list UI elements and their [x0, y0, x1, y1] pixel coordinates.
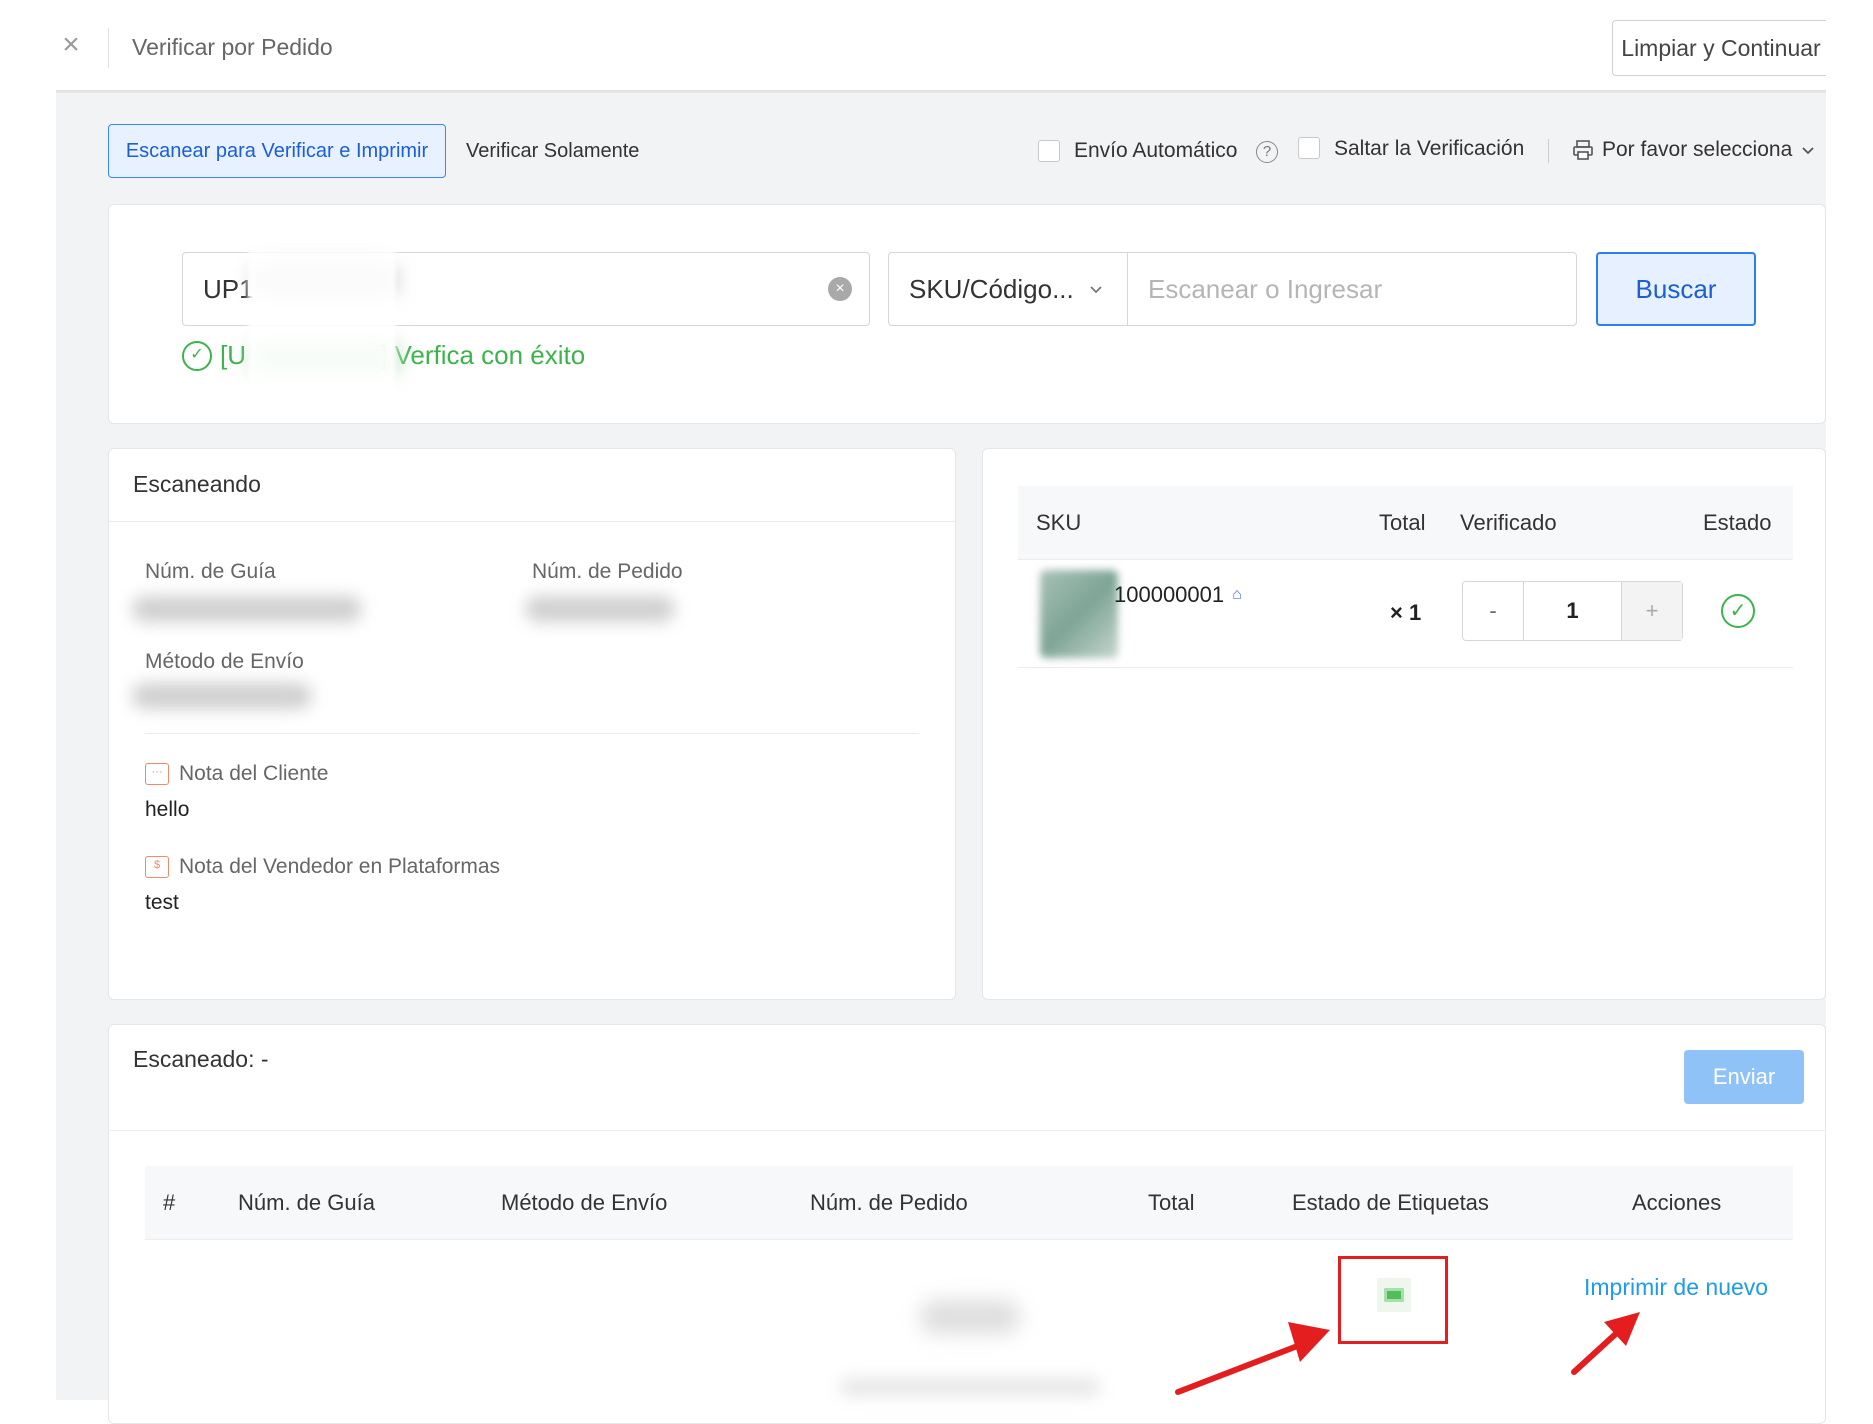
index-column-header: # [163, 1190, 176, 1215]
topbar-shadow [56, 90, 1826, 96]
auto-ship-checkbox[interactable] [1038, 140, 1060, 162]
sku-total: × 1 [1390, 600, 1422, 625]
sku-scan-placeholder: Escanear o Ingresar [1148, 273, 1383, 304]
search-button[interactable]: Buscar [1596, 252, 1756, 326]
clear-input-icon[interactable]: × [828, 277, 852, 301]
reprint-link[interactable]: Imprimir de nuevo [1584, 1274, 1768, 1301]
printer-select-label: Por favor selecciona [1602, 138, 1793, 161]
verified-column-header: Verificado [1460, 510, 1557, 535]
tab-scan-verify-print[interactable]: Escanear para Verificar e Imprimir [108, 124, 446, 178]
scanning-panel [108, 448, 956, 1000]
success-suffix: ] Verfica con éxito [380, 340, 586, 370]
check-circle-icon: ✓ [182, 340, 212, 371]
redaction-overlay [248, 250, 396, 400]
sku-table-header: SKU Total Verificado Estado [1018, 486, 1793, 560]
page-title: Verificar por Pedido [132, 34, 333, 60]
shipping-method-label: Método de Envío [145, 650, 304, 673]
chevron-down-icon [1802, 147, 1814, 155]
tracking-column-header: Núm. de Guía [238, 1190, 375, 1215]
topbar-divider [108, 28, 109, 68]
sku-value: 100000001 [1114, 582, 1225, 607]
skip-verify-checkbox[interactable] [1298, 137, 1320, 159]
customer-note-value: hello [145, 798, 190, 821]
sku-column-header: SKU [1036, 510, 1082, 535]
customer-note-label: Nota del Cliente [179, 762, 329, 785]
order-number-label: Núm. de Pedido [532, 560, 683, 583]
status-column-header: Estado [1703, 510, 1772, 535]
sku-type-value: SKU/Código... [909, 273, 1074, 304]
redacted-blur [920, 1300, 1020, 1334]
scanned-title: Escaneado: - [133, 1046, 269, 1072]
verified-quantity-value[interactable]: 1 [1523, 582, 1622, 640]
close-icon[interactable]: × [56, 30, 86, 60]
scanned-table-header: # Núm. de Guía Método de Envío Núm. de P… [145, 1166, 1793, 1240]
scanning-title: Escaneando [108, 448, 956, 522]
decrement-button[interactable]: - [1463, 582, 1523, 640]
status-check-icon: ✓ [1721, 594, 1755, 628]
sku-scan-input[interactable]: Escanear o Ingresar [1127, 252, 1577, 326]
success-prefix: [U [220, 340, 246, 370]
order-column-header: Núm. de Pedido [810, 1190, 968, 1215]
product-thumbnail [1040, 570, 1118, 658]
row-divider [1548, 139, 1549, 163]
redacted-blur [132, 596, 362, 622]
verified-quantity-stepper[interactable]: - 1 + [1462, 581, 1683, 641]
warehouse-icon: ⌂ [1232, 586, 1242, 603]
sku-type-select[interactable]: SKU/Código... [888, 252, 1128, 326]
divider [145, 733, 919, 734]
actions-column-header: Acciones [1632, 1190, 1722, 1215]
increment-button[interactable]: + [1622, 582, 1682, 640]
total-column-header: Total [1148, 1190, 1195, 1215]
redacted-blur [840, 1378, 1100, 1396]
shipping-column-header: Método de Envío [501, 1190, 668, 1215]
tracking-number-label: Núm. de Guía [145, 560, 276, 583]
chevron-down-icon [1090, 286, 1102, 294]
redacted-blur [525, 596, 675, 622]
printer-icon [1573, 140, 1593, 160]
send-button[interactable]: Enviar [1684, 1050, 1804, 1104]
annotation-highlight-box [1338, 1256, 1448, 1344]
tab-verify-only[interactable]: Verificar Solamente [466, 124, 639, 178]
seller-note-value: test [145, 891, 179, 914]
label-status-column-header: Estado de Etiquetas [1292, 1190, 1489, 1215]
sku-code: 100000001 ⌂ [1114, 582, 1250, 608]
screen-edge [1826, 0, 1873, 1400]
clear-and-continue-button[interactable]: Limpiar y Continuar [1612, 20, 1830, 76]
redacted-blur [132, 683, 312, 709]
skip-verify-label: Saltar la Verificación [1334, 137, 1525, 160]
help-icon[interactable]: ? [1256, 141, 1278, 163]
printer-select[interactable]: Por favor selecciona [1572, 134, 1816, 166]
divider [108, 1130, 1826, 1131]
order-scan-value: UP1 [203, 273, 254, 304]
auto-ship-label: Envío Automático [1074, 139, 1238, 162]
seller-note-label: Nota del Vendedor en Plataformas [179, 855, 501, 878]
seller-note-header: $ Nota del Vendedor en Plataformas [145, 855, 500, 879]
customer-note-header: ··· Nota del Cliente [145, 762, 328, 786]
seller-note-icon: $ [145, 856, 169, 878]
message-icon: ··· [145, 763, 169, 785]
total-column-header: Total [1379, 510, 1426, 535]
